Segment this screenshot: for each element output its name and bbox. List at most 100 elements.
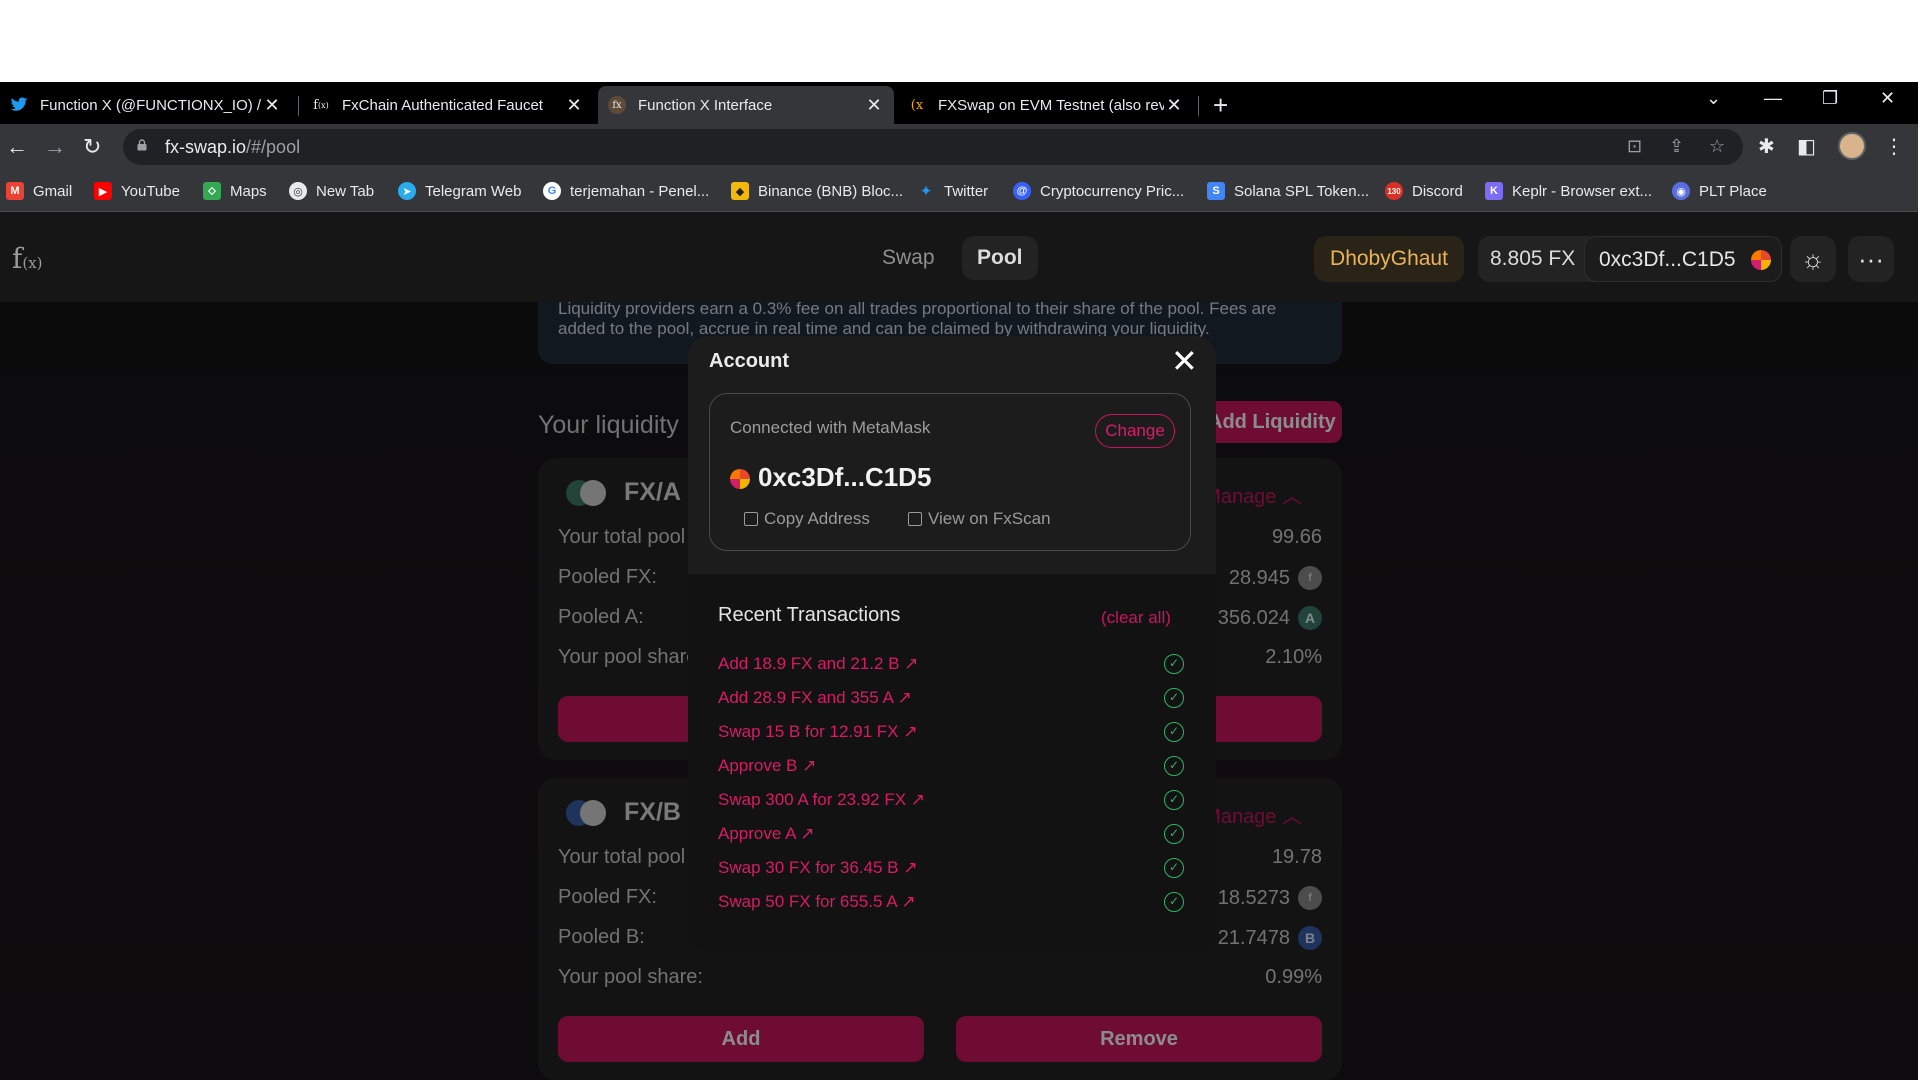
wallet-button[interactable]: 0xc3Df...C1D5 (1584, 236, 1782, 282)
check-circle-icon: ✓ (1164, 688, 1184, 708)
side-panel-icon[interactable]: ◧ (1797, 134, 1816, 159)
transaction-item[interactable]: Add 28.9 FX and 355 A ↗ ✓ (718, 688, 1184, 712)
close-tab-icon[interactable]: ✕ (1164, 95, 1184, 116)
url-path: /#/pool (246, 137, 301, 157)
bookmark-new-tab[interactable]: ◎ New Tab (289, 182, 374, 200)
check-circle-icon: ✓ (1164, 654, 1184, 674)
url-text: fx-swap.io/#/pool (165, 137, 300, 158)
transaction-link[interactable]: Swap 50 FX for 655.5 A ↗ (718, 892, 916, 912)
network-badge[interactable]: DhobyGhaut (1314, 236, 1464, 282)
tab-separator (298, 96, 299, 116)
transaction-link[interactable]: Approve A ↗ (718, 824, 814, 844)
transaction-item[interactable]: Approve A ↗ ✓ (718, 824, 1184, 848)
fx-logo-icon: (x (910, 97, 924, 113)
close-window-icon[interactable]: ✕ (1880, 88, 1895, 109)
recent-transactions-title: Recent Transactions (718, 604, 901, 626)
bookmark-maps[interactable]: ⬦ Maps (203, 182, 267, 200)
function-x-logo[interactable]: f(x) (12, 242, 43, 275)
copy-address-link[interactable]: Copy Address (744, 509, 870, 529)
translate-icon[interactable]: ⊡ (1627, 136, 1642, 157)
profile-avatar[interactable] (1838, 132, 1866, 160)
tab-search-icon[interactable]: ⌄ (1706, 88, 1721, 109)
nav-swap[interactable]: Swap (867, 236, 950, 280)
minimize-icon[interactable]: — (1764, 88, 1782, 109)
tab-title: Function X (@FUNCTIONX_IO) / (40, 96, 262, 114)
reload-icon[interactable]: ↻ (83, 134, 101, 160)
bookmark-label: Binance (BNB) Bloc... (758, 182, 904, 200)
transaction-link[interactable]: Add 18.9 FX and 21.2 B ↗ (718, 654, 918, 674)
back-icon[interactable]: ← (6, 134, 28, 160)
screenshot: Function X (@FUNCTIONX_IO) / ✕ f (x) FxCh… (0, 0, 1920, 1080)
bookmark-label: Maps (230, 182, 267, 200)
address-bar[interactable]: fx-swap.io/#/pool ⊡ ⇪ ☆ (123, 129, 1743, 165)
share-icon[interactable]: ⇪ (1669, 136, 1684, 157)
nav-pool[interactable]: Pool (962, 236, 1038, 280)
bookmark-solana[interactable]: S Solana SPL Token... (1207, 182, 1369, 200)
bookmark-label: Solana SPL Token... (1234, 182, 1370, 200)
account-address: 0xc3Df...C1D5 (730, 462, 931, 493)
bookmark-twitter[interactable]: ✦ Twitter (917, 182, 988, 201)
browser-toolbar: ← → ↻ fx-swap.io/#/pool ⊡ ⇪ ☆ ✱ ◧ ⋮ (0, 124, 1918, 170)
more-menu-icon[interactable]: ··· (1848, 236, 1894, 282)
globe-icon: ◎ (289, 182, 307, 200)
transaction-item[interactable]: Swap 30 FX for 36.45 B ↗ ✓ (718, 858, 1184, 882)
maps-icon: ⬦ (203, 182, 221, 200)
bookmark-label: Keplr - Browser ext... (1512, 182, 1653, 200)
connected-with-text: Connected with MetaMask (730, 418, 931, 437)
bookmark-label: YouTube (121, 182, 180, 200)
bookmark-plt-place[interactable]: ◉ PLT Place (1672, 182, 1767, 200)
bookmark-coinmarketcap[interactable]: @ Cryptocurrency Pric... (1013, 182, 1184, 200)
gmail-icon: M (6, 182, 24, 200)
transaction-link[interactable]: Approve B ↗ (718, 756, 816, 776)
tab-fxswap[interactable]: (x FXSwap on EVM Testnet (also rev ✕ (898, 86, 1194, 124)
bookmark-label: Cryptocurrency Pric... (1040, 182, 1185, 200)
bookmark-star-icon[interactable]: ☆ (1709, 136, 1725, 157)
theme-toggle-sun-icon[interactable]: ☼ (1790, 236, 1836, 282)
bookmark-label: New Tab (316, 182, 375, 200)
bookmark-telegram[interactable]: ➤ Telegram Web (398, 182, 521, 200)
account-details-box: Connected with MetaMask Change 0xc3Df...… (709, 393, 1191, 551)
bookmark-binance[interactable]: ◆ Binance (BNB) Bloc... (731, 182, 903, 200)
tab-twitter[interactable]: Function X (@FUNCTIONX_IO) / ✕ (0, 86, 292, 124)
wallet-address: 0xc3Df...C1D5 (1599, 248, 1736, 271)
forward-icon[interactable]: → (44, 134, 66, 160)
extensions-icon[interactable]: ✱ (1758, 134, 1775, 159)
tab-function-x-interface[interactable]: fx Function X Interface ✕ (598, 86, 894, 124)
account-modal: Account ✕ Connected with MetaMask Change… (688, 336, 1216, 952)
transaction-link[interactable]: Swap 15 B for 12.91 FX ↗ (718, 722, 917, 742)
bookmark-discord[interactable]: 130 Discord (1385, 182, 1463, 200)
transaction-item[interactable]: Add 18.9 FX and 21.2 B ↗ ✓ (718, 654, 1184, 678)
copy-icon (744, 512, 758, 526)
check-circle-icon: ✓ (1164, 756, 1184, 776)
transaction-item[interactable]: Swap 50 FX for 655.5 A ↗ ✓ (718, 892, 1184, 916)
transaction-item[interactable]: Approve B ↗ ✓ (718, 756, 1184, 780)
transaction-item[interactable]: Swap 300 A for 23.92 FX ↗ ✓ (718, 790, 1184, 814)
address-text: 0xc3Df...C1D5 (758, 462, 932, 492)
transaction-link[interactable]: Swap 30 FX for 36.45 B ↗ (718, 858, 917, 878)
bookmark-youtube[interactable]: ▶ YouTube (94, 182, 180, 200)
transaction-link[interactable]: Add 28.9 FX and 355 A ↗ (718, 688, 912, 708)
new-tab-button[interactable]: + (1213, 90, 1228, 121)
close-icon[interactable]: ✕ (1171, 345, 1198, 377)
recent-transactions-panel: Recent Transactions (clear all) Add 18.9… (688, 574, 1216, 952)
external-link-icon (908, 512, 922, 526)
bookmark-gmail[interactable]: M Gmail (6, 182, 72, 200)
change-wallet-button[interactable]: Change (1095, 414, 1175, 448)
app-header: f(x) Swap Pool DhobyGhaut 8.805 FX 0xc3D… (0, 212, 1918, 302)
close-tab-icon[interactable]: ✕ (864, 95, 884, 116)
tab-strip: Function X (@FUNCTIONX_IO) / ✕ f (x) FxCh… (0, 82, 1918, 124)
account-pill[interactable]: 8.805 FX 0xc3Df...C1D5 (1478, 236, 1782, 282)
restore-icon[interactable]: ❐ (1822, 88, 1838, 109)
transaction-item[interactable]: Swap 15 B for 12.91 FX ↗ ✓ (718, 722, 1184, 746)
youtube-icon: ▶ (94, 182, 112, 200)
clear-all-link[interactable]: (clear all) (1101, 608, 1171, 628)
transaction-link[interactable]: Swap 300 A for 23.92 FX ↗ (718, 790, 925, 810)
bookmark-keplr[interactable]: K Keplr - Browser ext... (1485, 182, 1652, 200)
browser-menu-icon[interactable]: ⋮ (1884, 134, 1904, 159)
view-on-fxscan-link[interactable]: View on FxScan (908, 509, 1051, 529)
close-tab-icon[interactable]: ✕ (262, 95, 282, 116)
close-tab-icon[interactable]: ✕ (564, 95, 584, 116)
bookmark-google-translate[interactable]: Gterjemahan - Penel... (543, 182, 709, 200)
browser-chrome: Function X (@FUNCTIONX_IO) / ✕ f (x) FxCh… (0, 82, 1918, 212)
tab-faucet[interactable]: f (x) FxChain Authenticated Faucet ✕ (302, 86, 594, 124)
